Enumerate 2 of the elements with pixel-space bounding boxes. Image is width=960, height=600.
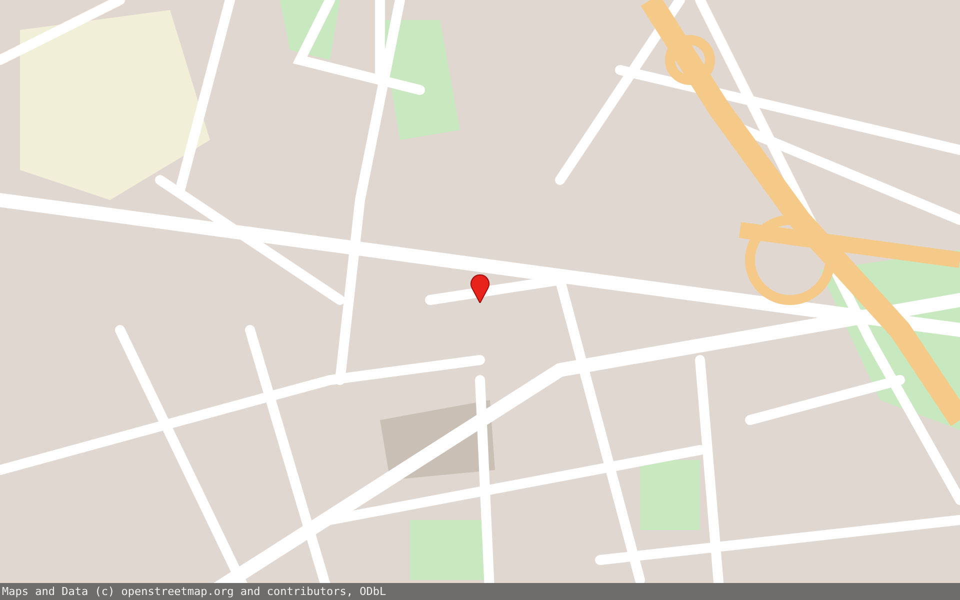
map-pin-icon[interactable]	[470, 273, 490, 303]
attribution-text: Maps and Data (c) openstreetmap.org and contributors, ODbL	[2, 585, 386, 598]
